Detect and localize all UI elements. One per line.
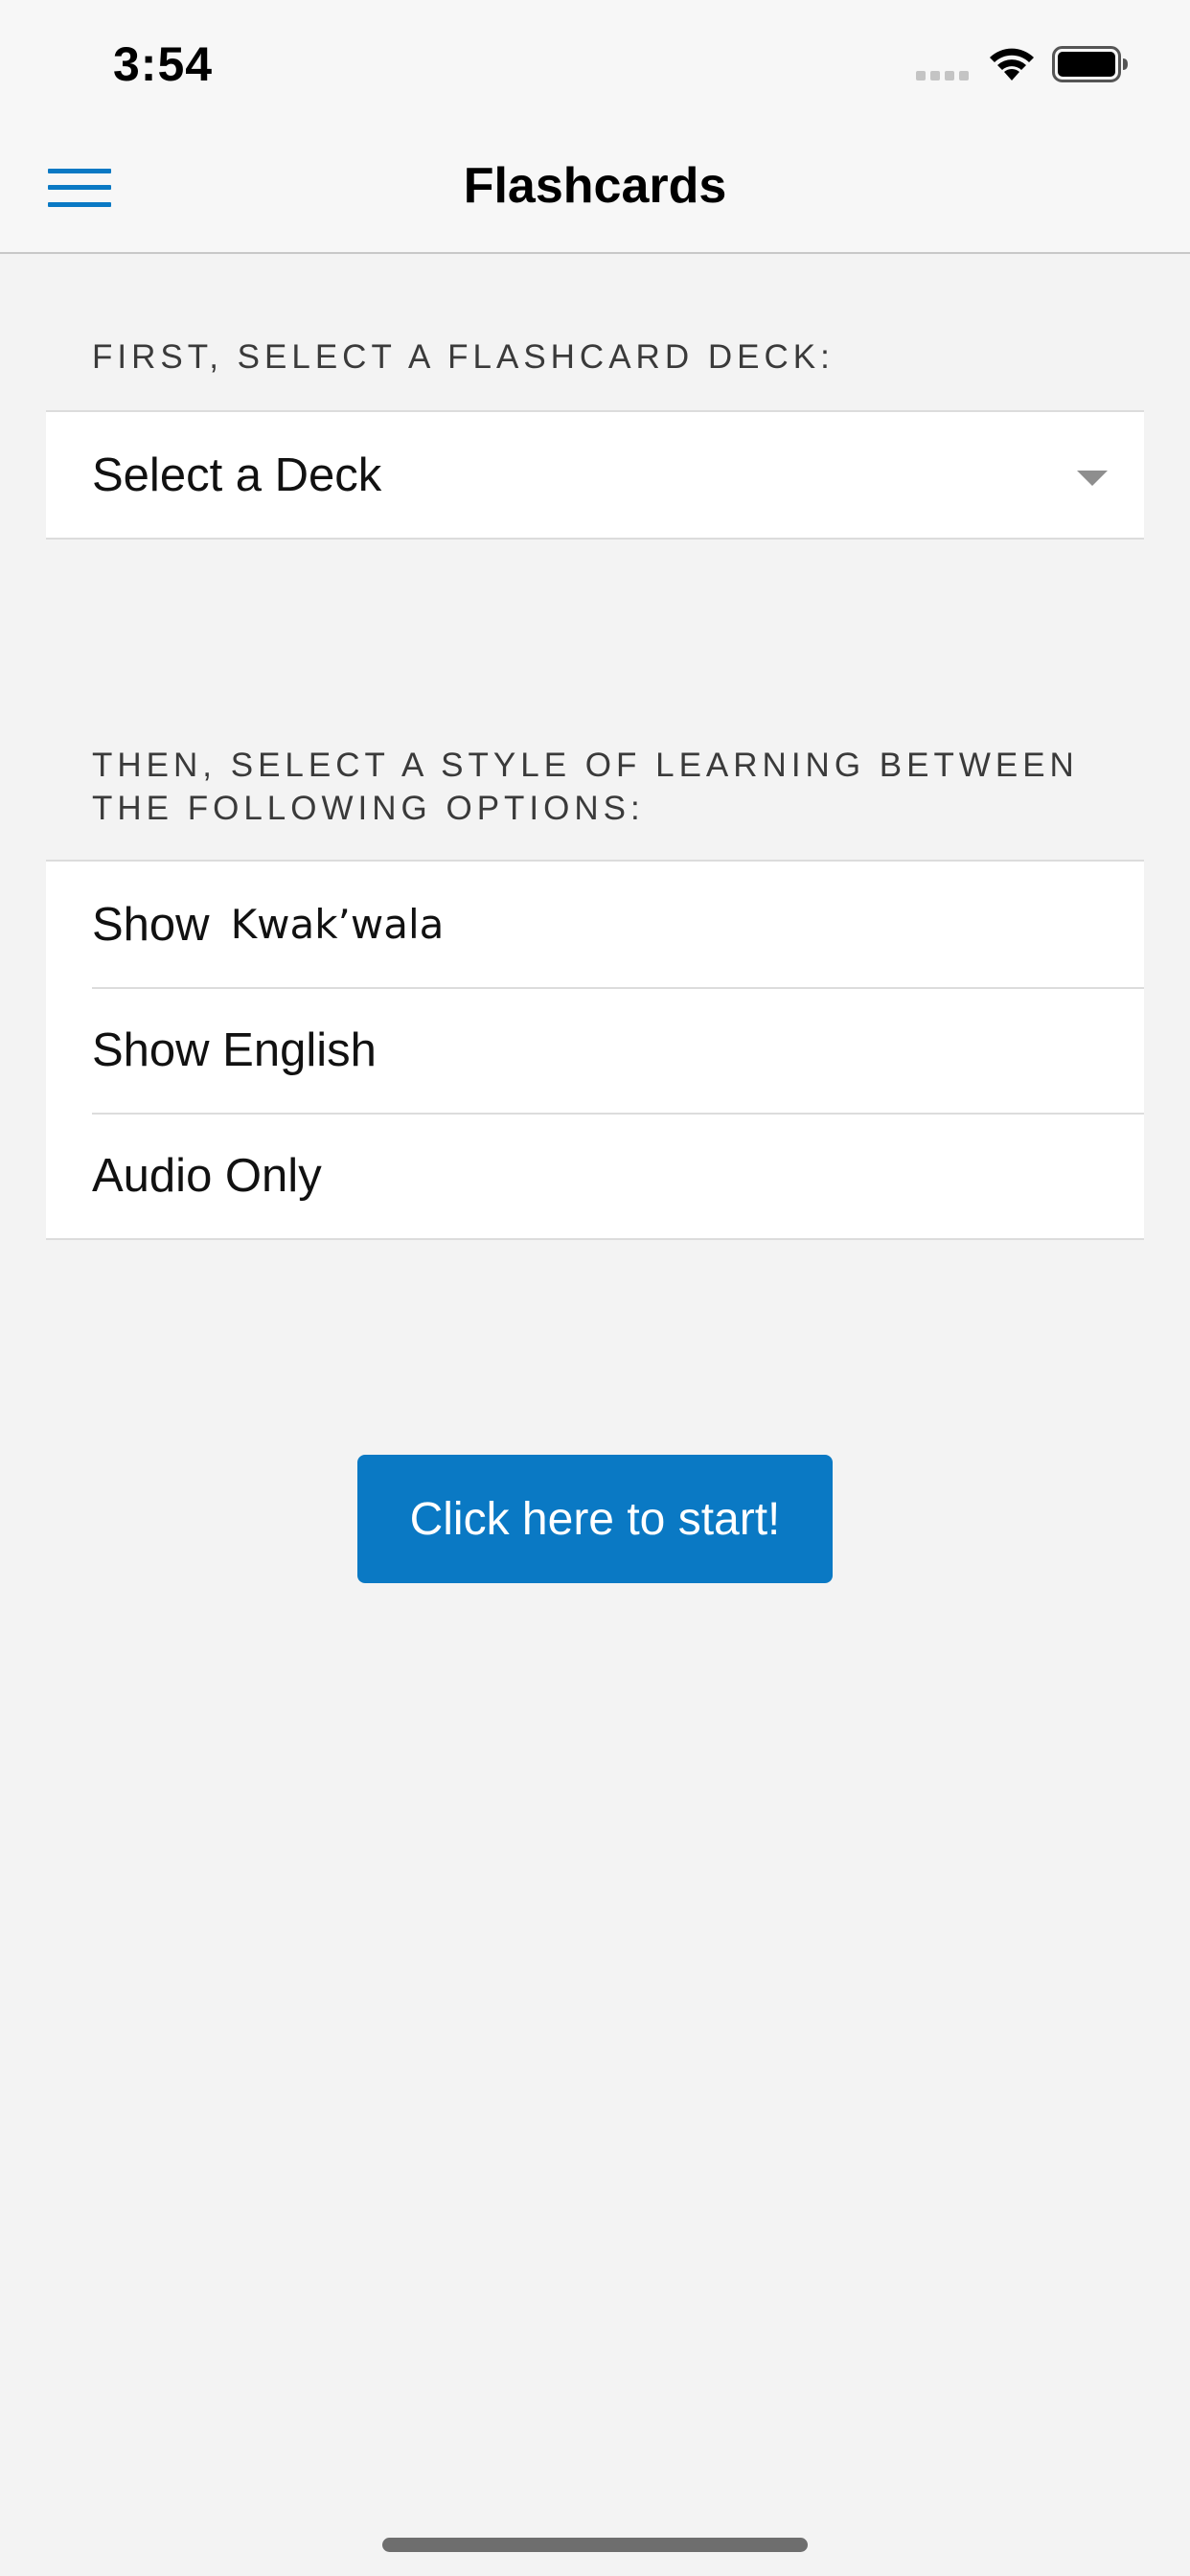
deck-select[interactable]: Select a Deck: [46, 412, 1144, 538]
status-time: 3:54: [113, 37, 214, 91]
deck-section-header: FIRST, SELECT A FLASHCARD DECK:: [92, 338, 835, 376]
option-show-english[interactable]: Show English: [46, 987, 1144, 1113]
caret-down-icon: [1077, 471, 1108, 486]
page-title: Flashcards: [463, 158, 727, 214]
home-indicator[interactable]: [382, 2538, 808, 2552]
option-label: Show English: [92, 1024, 377, 1076]
navigation-bar: Flashcards: [0, 126, 1190, 254]
option-label: Audio Only: [92, 1149, 322, 1202]
deck-select-group: Select a Deck: [46, 410, 1144, 540]
battery-icon: [1052, 46, 1128, 82]
status-bar: 3:54: [0, 0, 1190, 126]
option-language-name: Kwak’wala: [230, 901, 445, 948]
option-show-kwakwala[interactable]: Show Kwak’wala: [46, 862, 1144, 987]
learning-style-list: Show Kwak’wala Show English Audio Only: [46, 860, 1144, 1240]
cellular-signal-icon: [916, 71, 969, 80]
deck-select-value: Select a Deck: [92, 448, 382, 501]
style-section-header: THEN, SELECT A STYLE OF LEARNING BETWEEN…: [92, 747, 1079, 827]
option-label: Show: [92, 898, 210, 951]
option-audio-only[interactable]: Audio Only: [46, 1113, 1144, 1238]
start-button[interactable]: Click here to start!: [357, 1455, 833, 1583]
wifi-icon: [990, 48, 1034, 80]
